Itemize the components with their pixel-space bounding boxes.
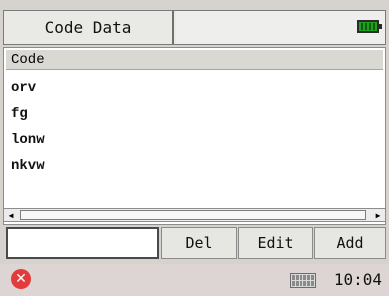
close-icon[interactable]: ✕ <box>11 269 31 289</box>
edit-button[interactable]: Edit <box>238 227 313 259</box>
keyboard-icon[interactable] <box>290 273 316 288</box>
title-right-area <box>176 11 385 44</box>
clock-time: 10:04 <box>333 270 382 289</box>
code-list[interactable]: Code orv fg lonw nkvw <box>3 47 386 225</box>
list-rows: orv fg lonw nkvw <box>11 75 45 179</box>
scrollbar-thumb[interactable] <box>20 210 366 220</box>
add-button[interactable]: Add <box>314 227 386 259</box>
status-bar: ✕ 10:04 <box>0 264 389 296</box>
list-column-header[interactable]: Code <box>6 50 383 70</box>
title-bar: Code Data <box>3 10 386 45</box>
list-item[interactable]: fg <box>11 101 45 127</box>
code-input[interactable] <box>6 227 159 259</box>
del-button[interactable]: Del <box>161 227 237 259</box>
battery-icon <box>357 20 382 33</box>
action-row: Del Edit Add <box>3 227 386 261</box>
list-item[interactable]: lonw <box>11 127 45 153</box>
horizontal-scrollbar[interactable]: ◀ ▶ <box>3 208 386 222</box>
list-item[interactable]: nkvw <box>11 153 45 179</box>
page-title: Code Data <box>4 11 174 44</box>
device-window: Code Data Code orv fg lonw nkvw ◀ ▶ Del … <box>0 0 389 296</box>
scroll-right-icon[interactable]: ▶ <box>371 209 385 221</box>
scroll-left-icon[interactable]: ◀ <box>4 209 18 221</box>
list-item[interactable]: orv <box>11 75 45 101</box>
